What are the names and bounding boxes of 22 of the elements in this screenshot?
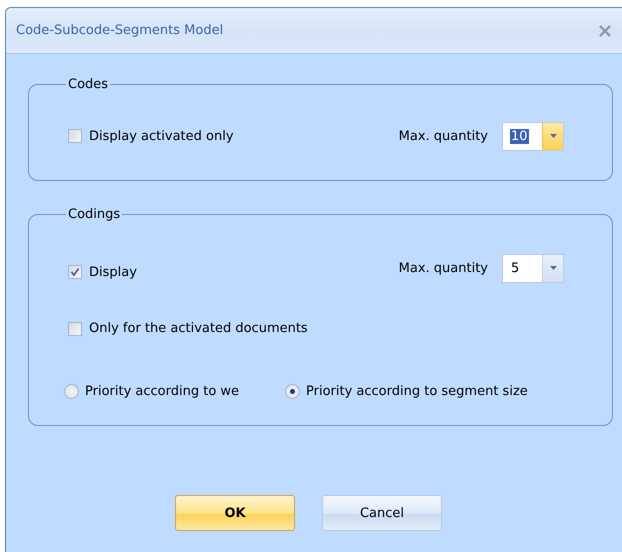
- dropdown-arrow-icon: [550, 134, 556, 138]
- dropdown-arrow-icon: [550, 266, 556, 270]
- field-label: Max. quantity: [398, 260, 488, 276]
- checkbox-label: Display: [89, 264, 137, 280]
- checkbox[interactable]: [68, 129, 82, 143]
- quantity-combo-box[interactable]: 5: [502, 254, 564, 282]
- group-title: Codings: [67, 207, 122, 222]
- dialog-button[interactable]: Cancel: [322, 495, 442, 531]
- group-title: Codes: [67, 77, 110, 92]
- close-icon[interactable]: [599, 24, 611, 36]
- radio-label: Priority according to we: [85, 384, 240, 399]
- quantity-combo-box[interactable]: 10: [502, 122, 564, 150]
- checkbox[interactable]: [68, 322, 82, 336]
- dialog-button[interactable]: OK: [175, 495, 295, 531]
- radio-label: Priority according to segment size: [306, 384, 528, 399]
- field-label: Max. quantity: [398, 128, 488, 144]
- window-title: Code-Subcode-Segments Model: [16, 23, 224, 38]
- checkbox[interactable]: [68, 265, 82, 279]
- radio-button[interactable]: [285, 384, 300, 399]
- radio-button[interactable]: [64, 384, 79, 399]
- checkbox-label: Only for the activated documents: [89, 321, 308, 336]
- checkbox-label: Display activated only: [89, 128, 234, 144]
